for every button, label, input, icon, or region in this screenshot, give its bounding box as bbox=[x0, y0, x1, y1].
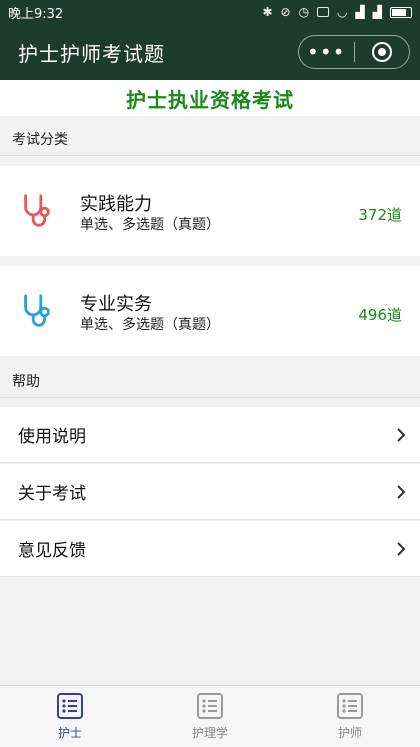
category-card-professional[interactable]: 专业实务 单选、多选题（真题） 496道 bbox=[0, 266, 420, 356]
section-category-title: 考试分类 bbox=[0, 122, 420, 156]
tab-nurse-practitioner[interactable]: 护师 bbox=[280, 686, 420, 747]
chevron-right-icon bbox=[397, 485, 406, 499]
help-item-label: 使用说明 bbox=[18, 427, 86, 447]
list-icon bbox=[337, 693, 363, 719]
tab-nurse[interactable]: 护士 bbox=[0, 686, 140, 747]
exam-banner: 护士执业资格考试 bbox=[0, 80, 420, 116]
bottom-tab-bar: 护士 护理学 护师 bbox=[0, 685, 420, 747]
list-icon bbox=[197, 693, 223, 719]
category-sub: 单选、多选题（真题） bbox=[80, 317, 220, 333]
status-time: 晚上9:32 bbox=[8, 6, 64, 22]
more-menu-button[interactable]: ••• bbox=[299, 36, 354, 68]
help-item-about[interactable]: 关于考试 bbox=[0, 464, 420, 520]
category-sub: 单选、多选题（真题） bbox=[80, 217, 220, 233]
signal-icon: ▟ bbox=[355, 5, 365, 19]
list-icon bbox=[57, 693, 83, 719]
battery-icon bbox=[390, 6, 412, 18]
close-button[interactable] bbox=[354, 42, 409, 62]
tab-nursing-science[interactable]: 护理学 bbox=[140, 686, 280, 747]
wifi-icon: ◡ bbox=[337, 5, 348, 19]
stethoscope-icon bbox=[24, 294, 50, 327]
tab-label: 护士 bbox=[57, 726, 82, 740]
alarm-icon: ◷ bbox=[298, 5, 310, 19]
help-item-feedback[interactable]: 意见反馈 bbox=[0, 521, 420, 577]
close-icon bbox=[371, 42, 392, 62]
chevron-right-icon bbox=[397, 542, 406, 556]
help-item-label: 关于考试 bbox=[18, 484, 86, 504]
mute-icon: ⊘ bbox=[280, 5, 291, 19]
miniprogram-capsule: ••• bbox=[298, 35, 410, 69]
section-help-title: 帮助 bbox=[0, 364, 420, 398]
category-name: 专业实务 bbox=[80, 294, 152, 315]
tab-label: 护理学 bbox=[191, 726, 228, 740]
category-count: 372道 bbox=[358, 206, 402, 224]
stethoscope-icon bbox=[24, 194, 50, 227]
chevron-right-icon bbox=[397, 428, 406, 442]
tab-label: 护师 bbox=[337, 726, 362, 740]
category-card-practice[interactable]: 实践能力 单选、多选题（真题） 372道 bbox=[0, 166, 420, 256]
signal2-icon: ▟ bbox=[372, 5, 382, 19]
nav-bar: 护士护师考试题 ••• bbox=[0, 24, 420, 80]
category-name: 实践能力 bbox=[80, 194, 152, 215]
status-icons: ✱ ⊘ ◷ ◡ ▟ ▟ bbox=[262, 5, 412, 19]
bluetooth-icon: ✱ bbox=[262, 5, 273, 19]
help-item-instructions[interactable]: 使用说明 bbox=[0, 407, 420, 463]
page-title: 护士护师考试题 bbox=[18, 41, 165, 66]
help-item-label: 意见反馈 bbox=[18, 541, 86, 561]
sim-icon bbox=[317, 7, 330, 17]
category-count: 496道 bbox=[358, 306, 402, 324]
status-bar: 晚上9:32 ✱ ⊘ ◷ ◡ ▟ ▟ bbox=[0, 0, 420, 24]
